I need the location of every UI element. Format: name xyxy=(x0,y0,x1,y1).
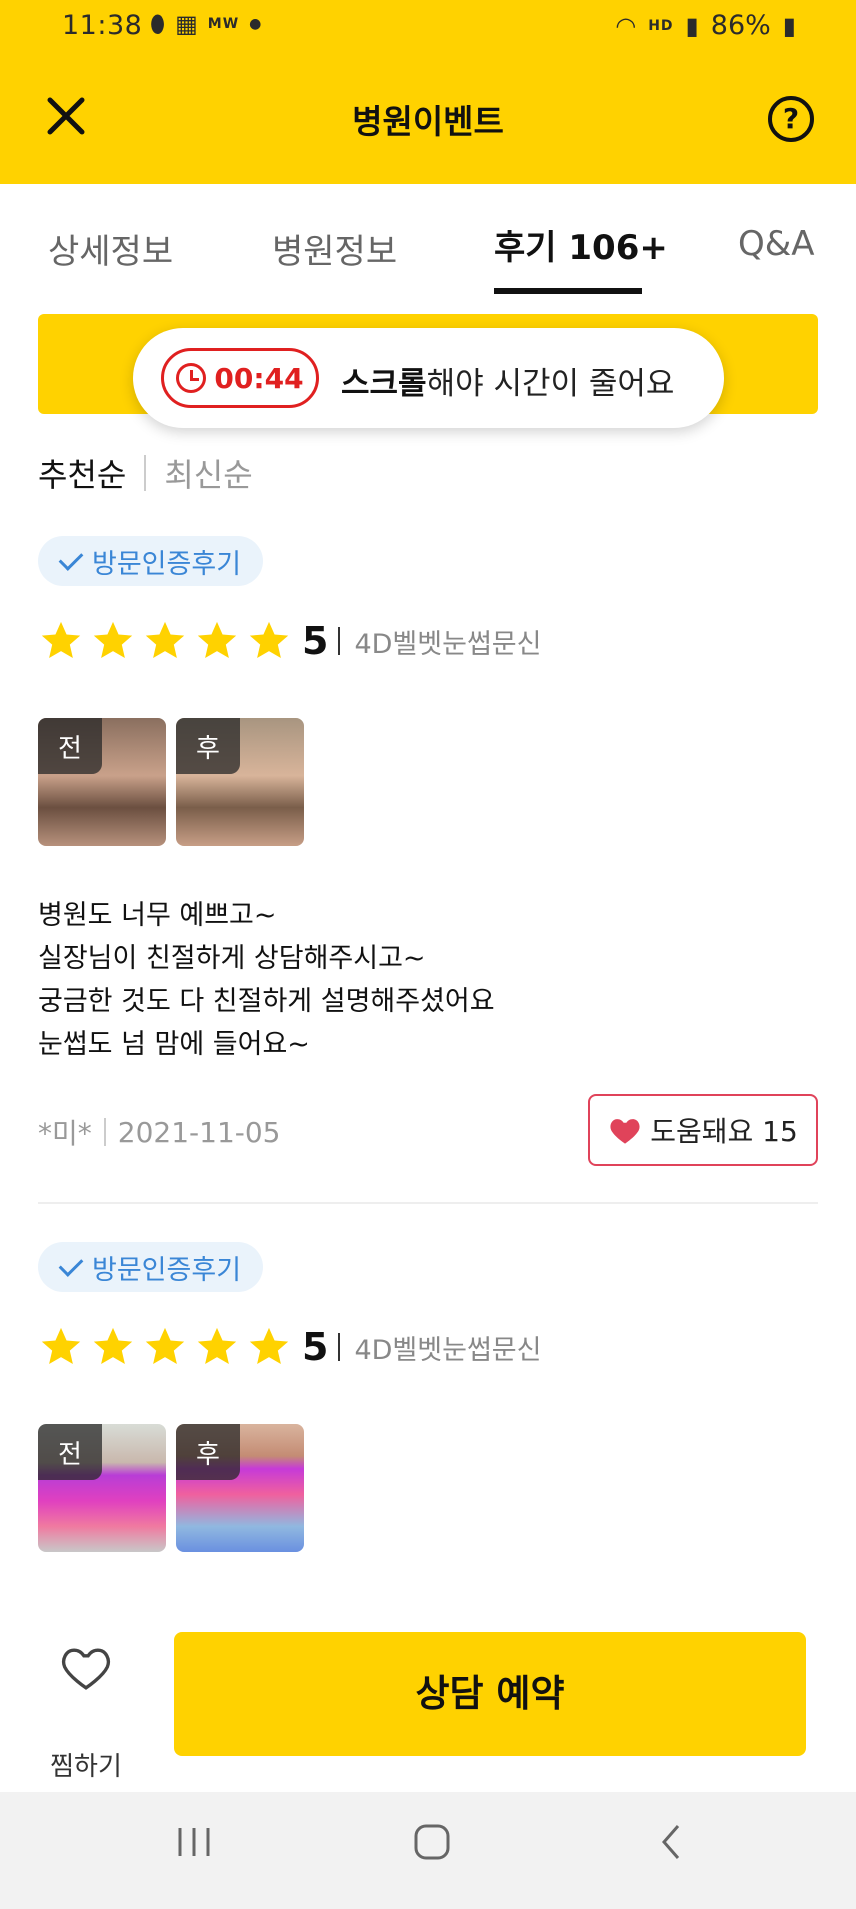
signal-icon: ▮ xyxy=(685,11,699,40)
helpful-button[interactable]: 도움돼요 15 xyxy=(588,1094,818,1166)
before-photo[interactable]: 전 xyxy=(38,1424,166,1552)
status-bar: 11:38 ⬮ ▦ MW ● ◠ HD ▮ 86% ▮ xyxy=(0,0,856,54)
star-icon xyxy=(197,621,237,659)
after-photo[interactable]: 후 xyxy=(176,1424,304,1552)
status-time: 11:38 xyxy=(62,10,143,41)
app-header: 11:38 ⬮ ▦ MW ● ◠ HD ▮ 86% ▮ 병원이벤트 ? xyxy=(0,0,856,184)
rating-row: 5 4D벨벳눈썹문신 xyxy=(38,1324,541,1370)
before-tag: 전 xyxy=(38,718,102,774)
timer-message-bold: 스크롤 xyxy=(341,366,427,402)
scroll-timer-popup: 00:44 스크롤해야 시간이 줄어요 xyxy=(133,328,724,428)
star-icon xyxy=(145,621,185,659)
review-line: 병원도 너무 예쁘고~ xyxy=(38,900,277,931)
rating-divider xyxy=(338,627,341,655)
clock-icon xyxy=(176,363,207,393)
sort-options: 추천순 최신순 xyxy=(38,450,253,496)
rating-value: 5 xyxy=(302,619,329,663)
hd-voice-badge: HD xyxy=(648,17,674,34)
wifi-icon: ◠ xyxy=(615,11,637,40)
star-icon xyxy=(93,1327,133,1365)
help-icon[interactable]: ? xyxy=(768,96,814,142)
timer-message: 스크롤해야 시간이 줄어요 xyxy=(341,358,674,403)
check-icon xyxy=(58,545,84,571)
review-card: 방문인증후기 5 4D벨벳눈썹문신 전 후 xyxy=(38,1242,818,1552)
star-icon xyxy=(249,621,289,659)
star-icon xyxy=(249,1327,289,1365)
before-photo[interactable]: 전 xyxy=(38,718,166,846)
recent-apps-icon[interactable] xyxy=(172,1820,216,1864)
after-tag: 후 xyxy=(176,718,240,774)
rating-divider xyxy=(338,1333,341,1361)
helpful-label: 도움돼요 15 xyxy=(650,1115,798,1148)
after-photo[interactable]: 후 xyxy=(176,718,304,846)
treatment-name: 4D벨벳눈썹문신 xyxy=(354,628,542,660)
review-card: 방문인증후기 5 4D벨벳눈썹문신 전 후 병원도 너무 예쁘고~ 실장님이 친… xyxy=(38,536,818,1166)
timer-message-rest: 해야 시간이 줄어요 xyxy=(426,366,675,402)
battery-icon: ▮ xyxy=(782,11,796,40)
status-left-icons: ⬮ ▦ MW ● xyxy=(150,10,261,38)
home-icon[interactable] xyxy=(410,1820,454,1864)
verified-visit-label: 방문인증후기 xyxy=(92,548,242,580)
sort-latest[interactable]: 최신순 xyxy=(164,450,252,496)
rating-row: 5 4D벨벳눈썹문신 xyxy=(38,618,541,664)
sort-divider xyxy=(144,455,147,491)
before-tag: 전 xyxy=(38,1424,102,1480)
active-tab-indicator xyxy=(494,288,642,294)
rating-value: 5 xyxy=(302,1325,329,1369)
grid-icon: ▦ xyxy=(175,10,198,38)
bottom-action-bar: 찜하기 상담 예약 xyxy=(0,1610,856,1790)
star-icon xyxy=(41,621,81,659)
review-divider xyxy=(38,1202,818,1204)
star-icon xyxy=(41,1327,81,1365)
review-line: 실장님이 친절하게 상담해주시고~ xyxy=(38,943,426,974)
pill-icon: ⬮ xyxy=(150,10,166,38)
review-author: *미* xyxy=(38,1117,92,1150)
review-text: 병원도 너무 예쁘고~ 실장님이 친절하게 상담해주시고~ 궁금한 것도 다 친… xyxy=(38,894,495,1066)
heart-icon xyxy=(610,1119,640,1144)
tab-bar: 상세정보 병원정보 후기 106+ Q&A xyxy=(0,184,856,296)
review-line: 눈썹도 넘 맘에 들어요~ xyxy=(38,1029,310,1060)
verified-visit-badge: 방문인증후기 xyxy=(38,1242,264,1292)
verified-visit-label: 방문인증후기 xyxy=(92,1254,242,1286)
check-icon xyxy=(58,1251,84,1277)
after-tag: 후 xyxy=(176,1424,240,1480)
wishlist-label: 찜하기 xyxy=(50,1752,122,1782)
timer-badge: 00:44 xyxy=(161,348,319,408)
battery-percent: 86% xyxy=(710,10,771,41)
heart-outline-icon xyxy=(62,1648,110,1690)
review-date: 2021-11-05 xyxy=(117,1115,281,1149)
sort-recommended[interactable]: 추천순 xyxy=(38,450,126,496)
back-icon[interactable] xyxy=(650,1820,694,1864)
treatment-name: 4D벨벳눈썹문신 xyxy=(354,1334,542,1366)
review-meta: *미* 2021-11-05 xyxy=(38,1112,281,1152)
tab-reviews[interactable]: 후기 106+ xyxy=(494,220,668,269)
review-line: 궁금한 것도 다 친절하게 설명해주셨어요 xyxy=(38,986,495,1017)
star-icon xyxy=(197,1327,237,1365)
timer-value: 00:44 xyxy=(214,361,304,395)
page-title: 병원이벤트 xyxy=(352,102,504,141)
tab-qna[interactable]: Q&A xyxy=(738,224,815,264)
verified-visit-badge: 방문인증후기 xyxy=(38,536,264,586)
wishlist-button[interactable]: 찜하기 xyxy=(50,1646,122,1782)
star-icon xyxy=(145,1327,185,1365)
status-right-icons: ◠ HD ▮ 86% ▮ xyxy=(615,10,796,41)
tab-hospital-info[interactable]: 병원정보 xyxy=(272,224,397,273)
star-icon xyxy=(93,621,133,659)
carrier-label: MW xyxy=(207,16,240,32)
system-nav-bar xyxy=(0,1792,856,1909)
tab-detail-info[interactable]: 상세정보 xyxy=(48,224,173,273)
consult-reservation-button[interactable]: 상담 예약 xyxy=(174,1632,806,1756)
meta-divider xyxy=(103,1118,106,1146)
dot-icon: ● xyxy=(249,16,262,32)
